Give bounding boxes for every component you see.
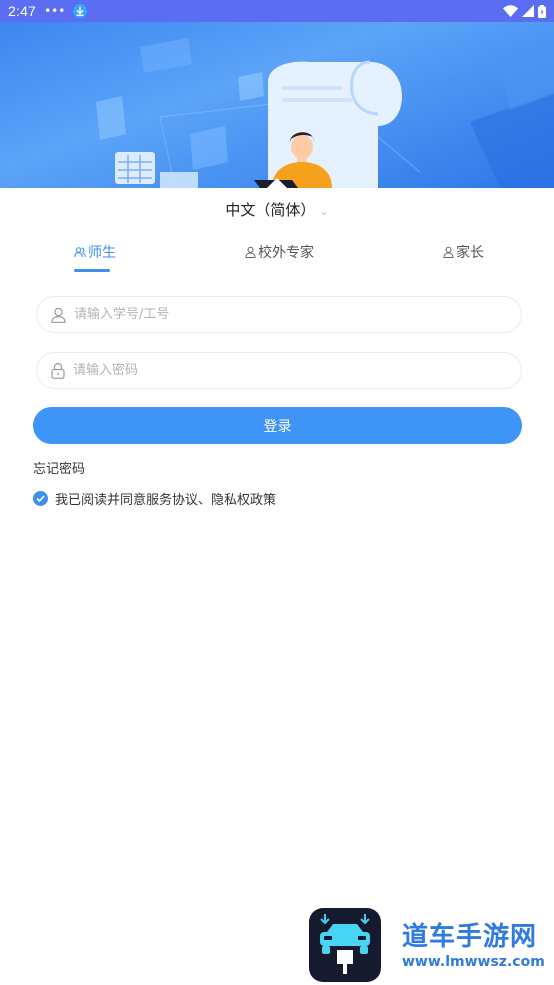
chevron-down-icon: ⌄ — [319, 205, 329, 218]
tab-external-expert-label: 校外专家 — [258, 245, 314, 261]
watermark-logo — [309, 908, 381, 982]
account-input[interactable] — [74, 307, 494, 322]
battery-icon — [538, 4, 546, 18]
active-tab-indicator — [74, 269, 110, 272]
tab-teacher-student-label: 师生 — [88, 245, 116, 261]
tab-parent-label: 家长 — [456, 245, 484, 261]
user-icon — [443, 246, 454, 258]
banner-illustration — [0, 22, 554, 188]
checkmark-icon — [36, 495, 45, 502]
status-bar: 2:47 ••• — [0, 0, 554, 22]
agreement-label[interactable]: 我已阅读并同意服务协议、隐私权政策 — [55, 489, 276, 508]
user-icon — [245, 246, 256, 258]
watermark-url: www.lmwwsz.com — [402, 954, 545, 970]
tab-external-expert[interactable]: 校外专家 — [245, 242, 314, 262]
more-dots-icon: ••• — [44, 4, 66, 18]
tab-parent[interactable]: 家长 — [443, 242, 484, 262]
watermark-title: 道车手游网 — [402, 922, 538, 952]
account-field — [36, 296, 522, 333]
user-icon — [51, 307, 66, 323]
forgot-password-link[interactable]: 忘记密码 — [33, 458, 85, 477]
language-selector[interactable]: 中文（简体） ⌄ — [0, 199, 554, 220]
watermark-text: 道车手游网 www.lmwwsz.com — [402, 922, 545, 970]
users-icon — [74, 247, 86, 258]
status-time: 2:47 — [8, 3, 37, 19]
language-label: 中文（简体） — [225, 201, 316, 219]
signal-icon — [522, 5, 534, 17]
office-illustration — [96, 38, 554, 188]
wifi-icon — [503, 5, 518, 17]
lock-icon — [51, 362, 65, 379]
login-type-tabs: 师生 校外专家 家长 — [0, 242, 554, 276]
car-logo-icon — [320, 914, 370, 974]
agreement-checkbox[interactable] — [33, 491, 48, 506]
tab-teacher-student[interactable]: 师生 — [74, 242, 116, 262]
status-icons — [503, 4, 546, 18]
download-icon — [73, 4, 88, 18]
login-button[interactable]: 登录 — [33, 407, 522, 444]
banner-notch — [267, 178, 287, 188]
password-field — [36, 352, 522, 389]
agreement-row: 我已阅读并同意服务协议、隐私权政策 — [33, 489, 276, 508]
password-input[interactable] — [73, 363, 493, 378]
